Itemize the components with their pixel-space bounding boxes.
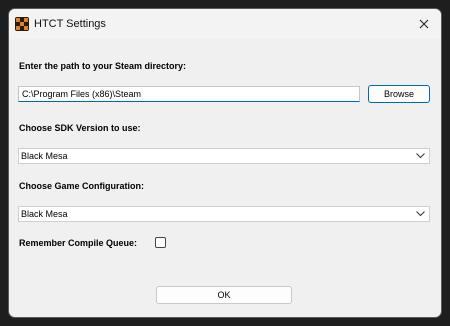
game-config-value: Black Mesa [21,209,68,219]
steam-path-label: Enter the path to your Steam directory: [19,61,187,71]
steam-path-input[interactable] [18,86,360,102]
compile-queue-checkbox[interactable] [155,237,166,248]
sdk-version-select[interactable]: Black Mesa [18,148,430,164]
chevron-down-icon [416,153,425,159]
sdk-version-value: Black Mesa [21,151,68,161]
title-bar: HTCT Settings [9,9,441,39]
browse-button[interactable]: Browse [368,85,430,103]
compile-queue-label: Remember Compile Queue: [19,238,138,248]
sdk-version-label: Choose SDK Version to use: [19,123,141,133]
close-button[interactable] [407,9,441,39]
game-config-select[interactable]: Black Mesa [18,206,430,222]
window-title: HTCT Settings [34,18,106,30]
htct-app-icon [15,17,29,31]
close-icon[interactable] [419,19,429,29]
settings-window: HTCT Settings Enter the path to your Ste… [8,8,442,318]
ok-button[interactable]: OK [156,286,292,304]
game-config-label: Choose Game Configuration: [19,181,145,191]
chevron-down-icon [416,211,425,217]
